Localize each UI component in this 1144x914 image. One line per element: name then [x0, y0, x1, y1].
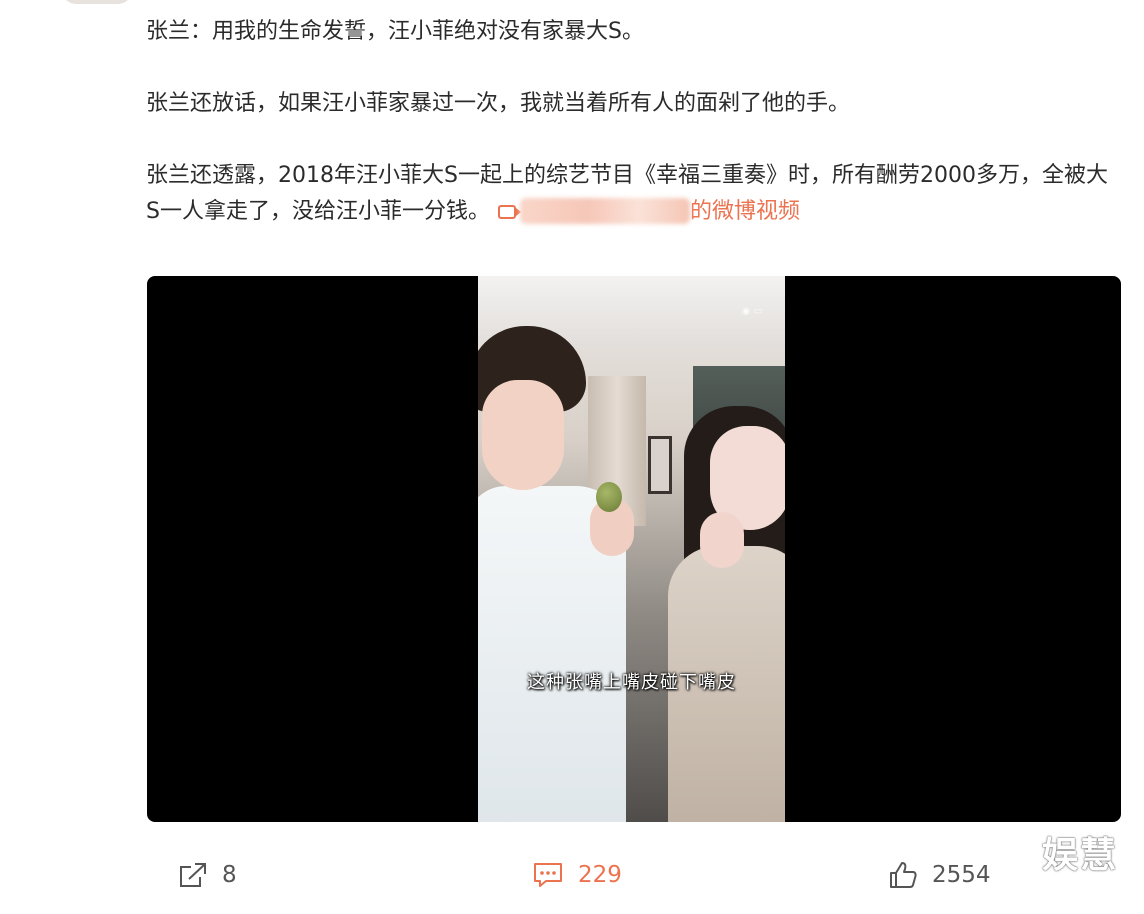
brand-watermark: 娱慧: [1041, 835, 1118, 876]
fruit: [596, 482, 622, 512]
like-count: 2554: [932, 862, 991, 888]
video-frame: ◉ ▭ 这种张嘴上嘴皮碰下嘴皮: [478, 276, 785, 822]
comment-button[interactable]: 229: [532, 858, 622, 892]
post-paragraph: 张兰：用我的生命发誓，汪小菲绝对没有家暴大S。: [146, 19, 644, 44]
post-paragraph: 张兰还透露，2018年汪小菲大S一起上的综艺节目《幸福三重奏》时，所有酬劳200…: [146, 158, 1116, 230]
video-player[interactable]: ◉ ▭ 这种张嘴上嘴皮碰下嘴皮: [147, 276, 1121, 822]
weibo-post-card: 张兰：用我的生命发誓，汪小菲绝对没有家暴大S。 张兰还放话，如果汪小菲家暴过一次…: [0, 0, 1144, 914]
thumbs-up-icon: [890, 862, 917, 888]
scene-wall-picture: [648, 436, 672, 494]
avatar[interactable]: [62, 0, 132, 4]
video-camera-icon: [497, 205, 521, 219]
post-action-bar: 8 229 2554: [0, 846, 1144, 906]
share-button[interactable]: 8: [178, 858, 237, 892]
video-subtitle: 这种张嘴上嘴皮碰下嘴皮: [527, 672, 736, 693]
post-paragraph: 张兰还放话，如果汪小菲家暴过一次，我就当着所有人的面剁了他的手。: [146, 91, 851, 116]
video-watermark-icon: ◉ ▭: [741, 306, 763, 317]
person-right-hand: [700, 512, 744, 568]
video-source-link[interactable]: 的微博视频: [490, 198, 800, 224]
comment-icon: [534, 863, 562, 887]
post-body: 张兰：用我的生命发誓，汪小菲绝对没有家暴大S。 张兰还放话，如果汪小菲家暴过一次…: [146, 14, 1116, 230]
like-button[interactable]: 2554: [888, 858, 991, 892]
person-left-face: [482, 380, 564, 490]
share-count: 8: [222, 862, 237, 888]
blurred-username: [519, 198, 690, 224]
comment-count: 229: [578, 862, 622, 888]
share-icon: [180, 863, 206, 887]
video-link-suffix: 的微博视频: [689, 199, 800, 224]
